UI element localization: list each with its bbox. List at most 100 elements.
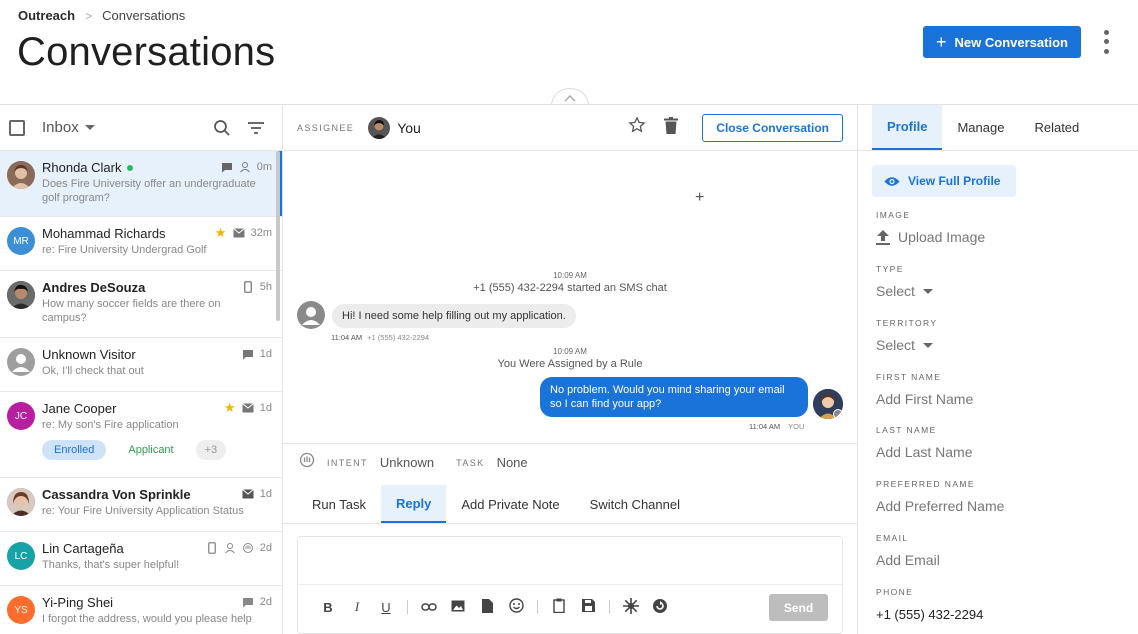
avatar: JC (7, 402, 35, 430)
caret-down-icon (922, 342, 933, 348)
breadcrumb: Outreach > Conversations (18, 8, 185, 23)
phone-label: PHONE (876, 587, 914, 597)
message-preview: Does Fire University offer an undergradu… (42, 178, 256, 204)
tab-profile[interactable]: Profile (872, 105, 943, 150)
tag-enrolled[interactable]: Enrolled (42, 440, 107, 460)
message-preview: How many soccer fields are there on camp… (42, 298, 221, 324)
conversation-item[interactable]: MR Mohammad Richards ★ 32m re: Fire Univ… (0, 217, 282, 271)
composer-tabs: Run Task Reply Add Private Note Switch C… (297, 485, 695, 523)
inbox-label: Inbox (42, 119, 79, 136)
tab-reply[interactable]: Reply (380, 485, 447, 523)
conversation-item[interactable]: YS Yi-Ping Shei 2d I forgot the address,… (0, 586, 282, 634)
more-options-icon[interactable] (1098, 28, 1114, 56)
tab-related[interactable]: Related (1019, 105, 1094, 150)
tag-list: Enrolled Applicant +3 (42, 440, 272, 460)
person-icon (239, 161, 251, 173)
save-icon[interactable] (580, 599, 596, 615)
last-name-field[interactable]: Add Last Name (876, 444, 973, 460)
trash-icon[interactable] (664, 116, 679, 139)
tag-applicant[interactable]: Applicant (116, 440, 185, 460)
tab-manage[interactable]: Manage (942, 105, 1019, 150)
tab-add-private-note[interactable]: Add Private Note (446, 485, 574, 523)
hand-icon (242, 542, 254, 554)
refresh-icon[interactable] (652, 598, 668, 617)
select-all-checkbox[interactable] (9, 119, 25, 136)
event-text: You Were Assigned by a Rule (497, 358, 643, 370)
clipboard-icon[interactable] (551, 598, 567, 616)
tab-switch-channel[interactable]: Switch Channel (575, 485, 695, 523)
underline-button[interactable]: U (378, 600, 394, 615)
intent-value[interactable]: Unknown (380, 455, 434, 470)
link-icon[interactable] (421, 600, 437, 615)
email-icon (232, 227, 245, 239)
star-icon[interactable]: ★ (224, 400, 236, 415)
conversation-item[interactable]: Andres DeSouza 5h How many soccer fields… (0, 271, 282, 338)
message-preview: re: Fire University Undergrad Golf (42, 244, 207, 256)
star-icon[interactable] (628, 116, 646, 139)
tab-run-task[interactable]: Run Task (297, 485, 381, 523)
upload-image-button[interactable]: Upload Image (876, 229, 985, 245)
outgoing-message-meta: 11:04 AM YOU (749, 422, 804, 431)
timestamp: 2d (259, 596, 272, 608)
territory-select[interactable]: Select (876, 337, 933, 353)
image-icon[interactable] (450, 600, 466, 615)
timestamp: 5h (259, 281, 272, 293)
reply-input[interactable] (298, 537, 842, 585)
message-preview: Ok, I'll check that out (42, 365, 144, 377)
timestamp: 0m (256, 161, 272, 173)
message-time: 11:04 AM (331, 333, 363, 342)
conversation-item[interactable]: Rhonda Clark 0m Does Fire University off… (0, 151, 282, 217)
emoji-icon[interactable] (508, 598, 524, 616)
new-conversation-button[interactable]: + New Conversation (923, 26, 1081, 58)
bold-button[interactable]: B (320, 600, 336, 615)
filter-icon[interactable] (246, 118, 266, 138)
visitor-avatar (297, 301, 325, 329)
sparkle-icon[interactable] (623, 597, 639, 617)
star-icon[interactable]: ★ (215, 225, 227, 240)
contact-name: Unknown Visitor (42, 347, 136, 362)
mobile-phone-icon (206, 542, 218, 554)
chat-icon (221, 161, 233, 173)
conversation-item[interactable]: LC Lin Cartageña 2d Thanks, that's super… (0, 532, 282, 586)
conversation-item[interactable]: Unknown Visitor 1d Ok, I'll check that o… (0, 338, 282, 392)
timestamp: 2d (259, 542, 272, 554)
tag-more[interactable]: +3 (195, 440, 227, 460)
chat-thread: + 10:09 AM +1 (555) 432-2294 started an … (283, 151, 857, 443)
event-text: +1 (555) 432-2294 started an SMS chat (473, 282, 667, 294)
conversation-list-panel: Inbox Rhonda Clark 0m Does Fire Universi… (0, 105, 283, 634)
email-icon (241, 488, 254, 500)
phone-field[interactable]: +1 (555) 432-2294 (876, 607, 983, 622)
italic-button[interactable]: I (349, 599, 365, 615)
preferred-name-label: PREFERRED NAME (876, 479, 975, 489)
chat-icon (242, 596, 254, 608)
preferred-name-field[interactable]: Add Preferred Name (876, 498, 1004, 514)
assignee-name[interactable]: You (397, 120, 421, 136)
timestamp: 1d (259, 402, 272, 414)
list-scrollbar[interactable] (276, 151, 280, 321)
conversation-item[interactable]: Cassandra Von Sprinkle 1d re: Your Fire … (0, 478, 282, 532)
incoming-message-meta: 11:04 AM +1 (555) 432-2294 (331, 333, 429, 342)
first-name-field[interactable]: Add First Name (876, 391, 973, 407)
search-icon[interactable] (212, 118, 232, 138)
image-label: IMAGE (876, 210, 911, 220)
agent-avatar (813, 389, 843, 419)
person-icon (224, 542, 236, 554)
assignee-avatar[interactable] (368, 116, 391, 139)
timestamp: 32m (250, 227, 272, 239)
breadcrumb-outreach[interactable]: Outreach (18, 8, 75, 23)
conversation-item[interactable]: JC Jane Cooper ★ 1d re: My son's Fire ap… (0, 392, 282, 478)
view-full-profile-button[interactable]: View Full Profile (872, 165, 1016, 197)
page-header: Outreach > Conversations Conversations +… (0, 0, 1138, 106)
file-icon[interactable] (479, 598, 495, 616)
upload-icon (876, 229, 890, 245)
email-field[interactable]: Add Email (876, 552, 940, 568)
task-value[interactable]: None (497, 455, 528, 470)
close-conversation-button[interactable]: Close Conversation (702, 113, 843, 142)
inbox-dropdown[interactable]: Inbox (42, 119, 95, 136)
send-button[interactable]: Send (769, 594, 828, 621)
type-select[interactable]: Select (876, 283, 933, 299)
event-timestamp: 10:09 AM (553, 347, 587, 356)
mobile-phone-icon (242, 281, 254, 293)
caret-down-icon (922, 288, 933, 294)
avatar: MR (7, 227, 35, 255)
